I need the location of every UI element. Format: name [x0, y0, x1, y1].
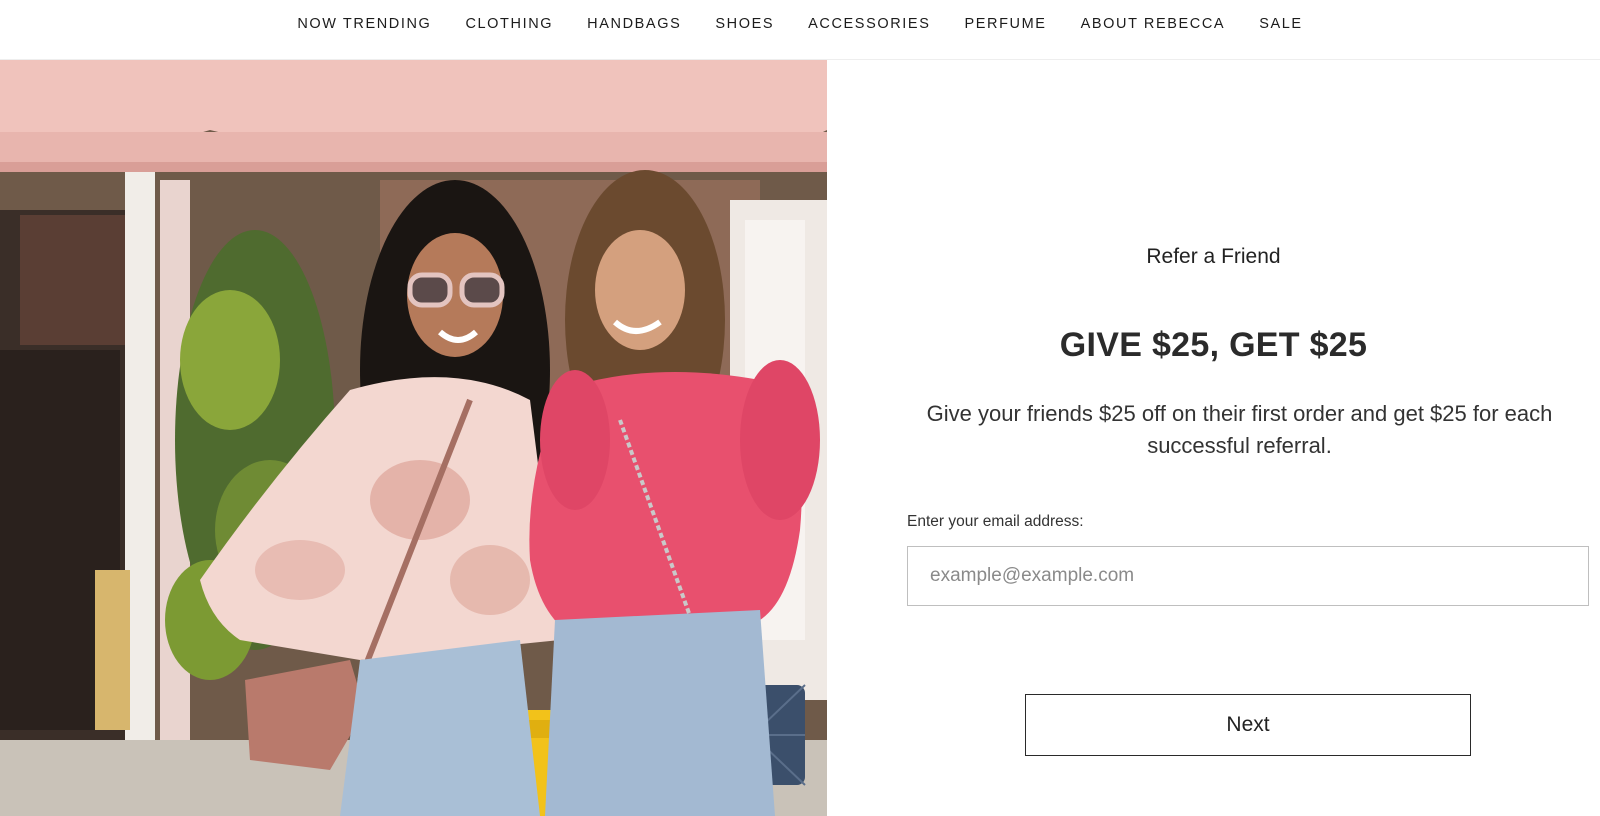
nav-item-clothing[interactable]: CLOTHING [465, 16, 553, 32]
email-input[interactable] [907, 546, 1589, 606]
refer-a-friend-panel: Refer a Friend GIVE $25, GET $25 Give yo… [827, 60, 1600, 816]
next-button[interactable]: Next [1025, 694, 1471, 756]
nav-item-now-trending[interactable]: NOW TRENDING [297, 16, 431, 32]
referral-description: Give your friends $25 off on their first… [926, 401, 1553, 458]
nav-item-accessories[interactable]: ACCESSORIES [808, 16, 930, 32]
nav-item-sale[interactable]: SALE [1259, 16, 1302, 32]
nav-item-handbags[interactable]: HANDBAGS [587, 16, 681, 32]
hero-illustration [0, 60, 827, 816]
refer-eyebrow: Refer a Friend [1146, 245, 1281, 268]
nav-item-about-rebecca[interactable]: ABOUT REBECCA [1081, 16, 1226, 32]
nav-menu: NOW TRENDING CLOTHING HANDBAGS SHOES ACC… [297, 16, 1302, 32]
nav-item-perfume[interactable]: PERFUME [964, 16, 1046, 32]
email-label: Enter your email address: [907, 513, 1084, 530]
main-nav: NOW TRENDING CLOTHING HANDBAGS SHOES ACC… [0, 0, 1600, 60]
nav-item-shoes[interactable]: SHOES [715, 16, 774, 32]
hero-photo [0, 60, 827, 816]
referral-headline: GIVE $25, GET $25 [1059, 326, 1368, 364]
